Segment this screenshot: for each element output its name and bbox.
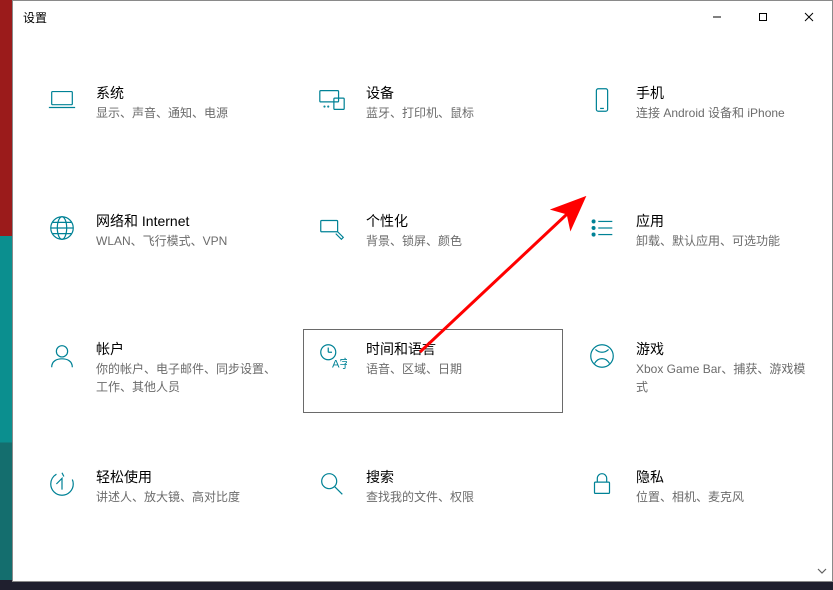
- tile-desc: 背景、锁屏、颜色: [366, 232, 462, 250]
- tile-accounts[interactable]: 帐户 你的帐户、电子邮件、同步设置、工作、其他人员: [33, 329, 293, 413]
- tile-desc: 蓝牙、打印机、鼠标: [366, 104, 474, 122]
- tile-desc: 你的帐户、电子邮件、同步设置、工作、其他人员: [96, 360, 276, 396]
- tile-title: 个性化: [366, 212, 462, 230]
- tile-phone[interactable]: 手机 连接 Android 设备和 iPhone: [573, 73, 833, 157]
- tile-time-language[interactable]: A字 时间和语言 语音、区域、日期: [303, 329, 563, 413]
- tile-network[interactable]: 网络和 Internet WLAN、飞行模式、VPN: [33, 201, 293, 285]
- tile-system[interactable]: 系统 显示、声音、通知、电源: [33, 73, 293, 157]
- close-button[interactable]: [786, 1, 832, 33]
- ease-of-access-icon: [46, 468, 78, 500]
- devices-icon: [316, 84, 348, 116]
- tile-title: 隐私: [636, 468, 744, 486]
- tile-privacy[interactable]: 隐私 位置、相机、麦克风: [573, 457, 833, 541]
- tile-update-security[interactable]: 更新和安全 Windows 更新、恢复、备份: [33, 585, 293, 590]
- brush-icon: [316, 212, 348, 244]
- tile-desc: 讲述人、放大镜、高对比度: [96, 488, 240, 506]
- tile-title: 系统: [96, 84, 228, 102]
- search-icon: [316, 468, 348, 500]
- tile-desc: 查找我的文件、权限: [366, 488, 474, 506]
- desktop-edge: [0, 0, 12, 590]
- category-grid: 系统 显示、声音、通知、电源 设备 蓝牙、打印机、鼠标: [33, 73, 822, 590]
- tile-title: 手机: [636, 84, 785, 102]
- chevron-down-icon: [817, 566, 827, 576]
- tile-title: 时间和语言: [366, 340, 462, 358]
- tile-desc: 卸载、默认应用、可选功能: [636, 232, 780, 250]
- tile-title: 搜索: [366, 468, 474, 486]
- svg-text:A字: A字: [332, 356, 347, 370]
- phone-icon: [586, 84, 618, 116]
- tile-title: 网络和 Internet: [96, 212, 227, 230]
- maximize-icon: [758, 12, 768, 22]
- tile-title: 轻松使用: [96, 468, 240, 486]
- tile-title: 应用: [636, 212, 780, 230]
- laptop-icon: [46, 84, 78, 116]
- tile-title: 设备: [366, 84, 474, 102]
- person-icon: [46, 340, 78, 372]
- settings-home: 系统 显示、声音、通知、电源 设备 蓝牙、打印机、鼠标: [13, 33, 832, 590]
- tile-desc: 位置、相机、麦克风: [636, 488, 744, 506]
- close-icon: [804, 12, 814, 22]
- tile-title: 帐户: [96, 340, 276, 358]
- minimize-icon: [712, 12, 722, 22]
- tile-ease-of-access[interactable]: 轻松使用 讲述人、放大镜、高对比度: [33, 457, 293, 541]
- minimize-button[interactable]: [694, 1, 740, 33]
- tile-desc: 语音、区域、日期: [366, 360, 462, 378]
- tile-personalization[interactable]: 个性化 背景、锁屏、颜色: [303, 201, 563, 285]
- window-controls: [694, 1, 832, 33]
- tile-apps[interactable]: 应用 卸载、默认应用、可选功能: [573, 201, 833, 285]
- tile-title: 游戏: [636, 340, 816, 358]
- xbox-icon: [586, 340, 618, 372]
- settings-window: 设置 系统 显示、声音、通知、电源: [12, 0, 833, 582]
- tile-devices[interactable]: 设备 蓝牙、打印机、鼠标: [303, 73, 563, 157]
- tile-gaming[interactable]: 游戏 Xbox Game Bar、捕获、游戏模式: [573, 329, 833, 413]
- tile-desc: WLAN、飞行模式、VPN: [96, 232, 227, 250]
- lock-icon: [586, 468, 618, 500]
- maximize-button[interactable]: [740, 1, 786, 33]
- tile-desc: Xbox Game Bar、捕获、游戏模式: [636, 360, 816, 396]
- clock-language-icon: A字: [316, 340, 348, 372]
- globe-icon: [46, 212, 78, 244]
- tile-desc: 连接 Android 设备和 iPhone: [636, 104, 785, 122]
- tile-search[interactable]: 搜索 查找我的文件、权限: [303, 457, 563, 541]
- titlebar: 设置: [13, 1, 832, 33]
- tile-desc: 显示、声音、通知、电源: [96, 104, 228, 122]
- scroll-down-button[interactable]: [814, 563, 830, 579]
- list-icon: [586, 212, 618, 244]
- window-title: 设置: [13, 9, 47, 26]
